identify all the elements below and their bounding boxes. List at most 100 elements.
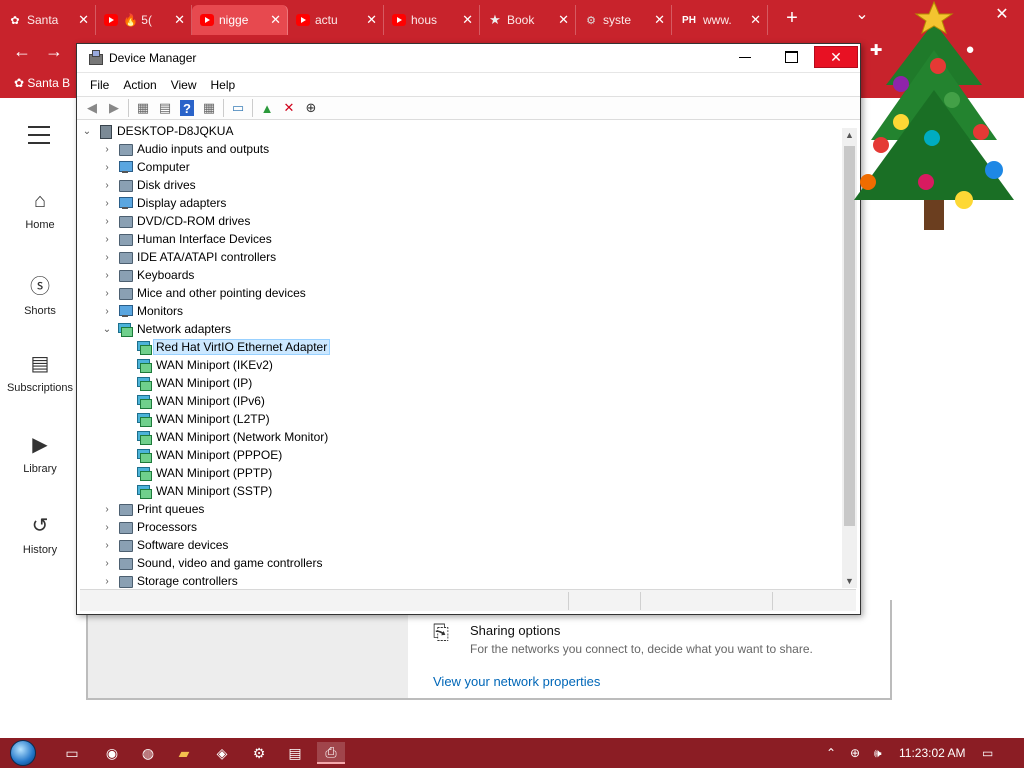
device-category[interactable]: › Processors: [100, 518, 197, 536]
scan-hardware-icon[interactable]: ▭: [227, 98, 249, 118]
start-button[interactable]: [10, 740, 36, 766]
chevron-right-icon[interactable]: ›: [100, 306, 114, 317]
browser-tab[interactable]: ★ Book ✕: [480, 5, 576, 35]
brave-icon[interactable]: ◈: [208, 742, 236, 764]
browser-tab-active[interactable]: nigge ✕: [192, 5, 288, 35]
show-hide-console-tree-icon[interactable]: ▦: [132, 98, 154, 118]
control-panel-icon[interactable]: ▤: [281, 742, 309, 764]
back-icon[interactable]: ◀: [81, 98, 103, 118]
network-adapter-item[interactable]: WAN Miniport (IKEv2): [133, 356, 273, 374]
device-category[interactable]: › Disk drives: [100, 176, 196, 194]
chevron-right-icon[interactable]: ›: [100, 270, 114, 281]
action-pane-icon[interactable]: ▦: [198, 98, 220, 118]
browser-tab[interactable]: ⚙ syste ✕: [576, 5, 672, 35]
device-category[interactable]: › Mice and other pointing devices: [100, 284, 306, 302]
notifications-icon[interactable]: ▭: [982, 746, 993, 760]
chevron-right-icon[interactable]: ›: [100, 558, 114, 569]
device-category[interactable]: › Monitors: [100, 302, 183, 320]
close-tab-icon[interactable]: ✕: [78, 12, 89, 28]
network-adapter-item[interactable]: WAN Miniport (IPv6): [133, 392, 265, 410]
menu-icon[interactable]: [28, 126, 50, 150]
bookmark-item[interactable]: ✿ Santa B: [14, 76, 70, 90]
task-view-icon[interactable]: ▭: [58, 742, 86, 764]
firefox-icon[interactable]: ◍: [134, 742, 162, 764]
help-icon[interactable]: ?: [180, 100, 194, 116]
network-adapter-item[interactable]: WAN Miniport (L2TP): [133, 410, 270, 428]
device-category[interactable]: › Audio inputs and outputs: [100, 140, 269, 158]
chevron-down-icon[interactable]: ⌄: [80, 126, 94, 137]
sharing-options-title[interactable]: Sharing options: [470, 623, 560, 638]
chevron-down-icon[interactable]: ⌄: [100, 324, 114, 335]
properties-icon[interactable]: ▤: [154, 98, 176, 118]
tray-overflow-icon[interactable]: ⌃: [826, 746, 836, 760]
network-adapter-item[interactable]: WAN Miniport (IP): [133, 374, 252, 392]
nav-item-library[interactable]: ▶ Library: [0, 432, 80, 475]
network-adapter-item[interactable]: Red Hat VirtIO Ethernet Adapter: [133, 338, 331, 356]
device-category[interactable]: › Display adapters: [100, 194, 226, 212]
device-category[interactable]: ⌄ Network adapters: [100, 320, 231, 338]
browser-tab[interactable]: 🔥 5( ✕: [96, 5, 192, 35]
maximize-button[interactable]: [769, 46, 813, 68]
menu-action[interactable]: Action: [116, 78, 163, 92]
tree-root[interactable]: ⌄ DESKTOP-D8JQKUA: [80, 122, 233, 140]
close-tab-icon[interactable]: ✕: [750, 12, 761, 28]
nav-item-shorts[interactable]: ⓢ Shorts: [0, 270, 80, 317]
update-driver-icon[interactable]: ▲: [256, 98, 278, 118]
device-category[interactable]: › Sound, video and game controllers: [100, 554, 322, 572]
chrome-icon[interactable]: ◉: [98, 742, 126, 764]
close-tab-icon[interactable]: ✕: [174, 12, 185, 28]
browser-tab[interactable]: actu ✕: [288, 5, 384, 35]
close-tab-icon[interactable]: ✕: [462, 12, 473, 28]
chevron-right-icon[interactable]: ›: [100, 504, 114, 515]
device-category[interactable]: › Print queues: [100, 500, 204, 518]
device-category[interactable]: › DVD/CD-ROM drives: [100, 212, 250, 230]
browser-tab[interactable]: ✿ Santa ✕: [0, 5, 96, 35]
view-network-properties-link[interactable]: View your network properties: [433, 674, 600, 689]
chevron-right-icon[interactable]: ›: [100, 162, 114, 173]
menu-view[interactable]: View: [164, 78, 204, 92]
chevron-right-icon[interactable]: ›: [100, 144, 114, 155]
device-manager-taskbar-icon[interactable]: ⎙: [317, 742, 345, 764]
chevron-right-icon[interactable]: ›: [100, 252, 114, 263]
network-adapter-item[interactable]: WAN Miniport (Network Monitor): [133, 428, 328, 446]
chevron-right-icon[interactable]: ›: [100, 180, 114, 191]
uninstall-device-icon[interactable]: ✕: [278, 98, 300, 118]
browser-tab[interactable]: hous ✕: [384, 5, 480, 35]
chevron-right-icon[interactable]: ›: [100, 234, 114, 245]
volume-icon[interactable]: 🕪: [874, 746, 882, 761]
nav-item-history[interactable]: ↺ History: [0, 513, 80, 556]
chevron-right-icon[interactable]: ›: [100, 216, 114, 227]
network-adapter-item[interactable]: WAN Miniport (PPPOE): [133, 446, 282, 464]
new-tab-button[interactable]: +: [780, 7, 804, 30]
device-category[interactable]: › Software devices: [100, 536, 228, 554]
forward-icon[interactable]: →: [42, 41, 66, 62]
menu-file[interactable]: File: [83, 78, 116, 92]
device-category[interactable]: › Human Interface Devices: [100, 230, 272, 248]
close-tab-icon[interactable]: ✕: [270, 12, 281, 28]
taskbar-clock[interactable]: 11:23:02 AM: [899, 746, 966, 760]
network-adapter-item[interactable]: WAN Miniport (SSTP): [133, 482, 272, 500]
settings-icon[interactable]: ⚙: [245, 742, 273, 764]
nav-item-home[interactable]: ⌂ Home: [0, 190, 80, 231]
network-adapter-item[interactable]: WAN Miniport (PPTP): [133, 464, 272, 482]
nav-item-subscriptions[interactable]: ▤ Subscriptions: [0, 351, 80, 394]
network-icon[interactable]: ⊕: [850, 746, 860, 760]
scroll-down-icon[interactable]: ▼: [842, 576, 857, 586]
chevron-right-icon[interactable]: ›: [100, 288, 114, 299]
chevron-right-icon[interactable]: ›: [100, 576, 114, 587]
forward-icon[interactable]: ▶: [103, 98, 125, 118]
minimize-button[interactable]: [723, 46, 767, 68]
window-titlebar[interactable]: Device Manager: [77, 44, 860, 72]
file-explorer-icon[interactable]: ▰: [170, 742, 198, 764]
browser-tab[interactable]: PH www. ✕: [672, 5, 768, 35]
chevron-right-icon[interactable]: ›: [100, 540, 114, 551]
back-icon[interactable]: ←: [10, 41, 34, 62]
device-category[interactable]: › Storage controllers: [100, 572, 238, 588]
menu-help[interactable]: Help: [204, 78, 243, 92]
chevron-right-icon[interactable]: ›: [100, 198, 114, 209]
device-category[interactable]: › Keyboards: [100, 266, 194, 284]
close-tab-icon[interactable]: ✕: [366, 12, 377, 28]
device-category[interactable]: › IDE ATA/ATAPI controllers: [100, 248, 276, 266]
close-tab-icon[interactable]: ✕: [558, 12, 569, 28]
close-tab-icon[interactable]: ✕: [654, 12, 665, 28]
